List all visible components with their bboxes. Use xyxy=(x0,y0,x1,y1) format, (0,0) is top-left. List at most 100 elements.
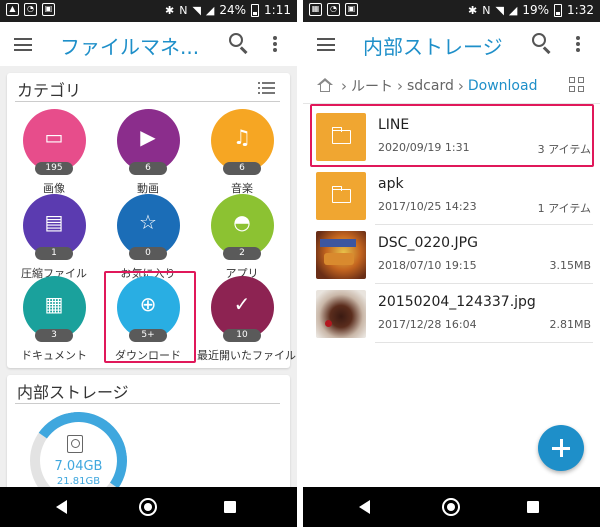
wifi-icon: ◥ xyxy=(192,3,201,17)
category-archives-circle: ▤ 1 xyxy=(22,194,86,260)
category-recent-label: 最近開いたファイル xyxy=(197,349,296,362)
file-date: 2017/10/25 14:23 xyxy=(378,200,477,213)
grid-view-icon[interactable] xyxy=(569,77,585,93)
category-music-circle: ♫ 6 xyxy=(210,109,274,175)
add-button[interactable] xyxy=(538,425,584,471)
app-bar: ファイルマネ... xyxy=(0,22,297,66)
notification-icon: ▲ xyxy=(6,3,19,16)
file-row[interactable]: apk 2017/10/25 14:23 1 アイテム xyxy=(313,166,593,225)
recent-apps-icon[interactable] xyxy=(224,501,236,513)
back-icon[interactable] xyxy=(56,500,67,514)
category-images-circle: ▭ 195 xyxy=(22,109,86,175)
bluetooth-icon: ✱ xyxy=(164,3,175,17)
video-icon: ▶ xyxy=(140,125,156,149)
home-icon[interactable] xyxy=(139,498,157,516)
screenshot-icon: ▣ xyxy=(42,3,55,16)
file-meta: 1 アイテム xyxy=(537,202,591,215)
left-phone-screen: ▲ ◔ ▣ ✱ N ◥ ◢ 24% 1:11 ファイルマネ... カテゴリ ▭ … xyxy=(0,0,297,527)
screenshot-root: ▲ ◔ ▣ ✱ N ◥ ◢ 24% 1:11 ファイルマネ... カテゴリ ▭ … xyxy=(0,0,600,527)
back-icon[interactable] xyxy=(359,500,370,514)
category-images-count: 195 xyxy=(35,162,73,175)
category-documents[interactable]: ▦ 3 ドキュメント xyxy=(9,276,99,363)
file-date: 2017/12/28 16:04 xyxy=(378,318,477,331)
menu-icon[interactable] xyxy=(14,38,32,51)
category-recent-count: 10 xyxy=(223,329,261,342)
breadcrumb: › ルート › sdcard › Download xyxy=(303,66,600,104)
divider xyxy=(15,101,280,102)
nfc-icon: N xyxy=(179,3,188,17)
signal-icon: ◢ xyxy=(508,3,518,17)
category-documents-count: 3 xyxy=(35,329,73,342)
category-card: カテゴリ ▭ 195 画像 ▶ 6 動画 ♫ 6 音楽 ▤ 1 圧縮ファイル ☆… xyxy=(7,73,296,368)
category-apps-circle: ◓ 2 xyxy=(210,194,274,260)
storage-disk-icon xyxy=(67,435,83,453)
status-bar: ▦ ◔ ▣ ✱ N ◥ ◢ 19% 1:32 xyxy=(303,0,600,22)
music-icon: ♫ xyxy=(233,125,251,149)
more-options-icon[interactable] xyxy=(273,36,277,52)
category-videos-circle: ▶ 6 xyxy=(116,109,180,175)
divider xyxy=(375,342,593,343)
category-recent-circle: ✓ 10 xyxy=(210,276,274,342)
breadcrumb-root[interactable]: ルート xyxy=(351,76,393,96)
calendar-icon: ▦ xyxy=(309,3,322,16)
downloads-highlight-box xyxy=(104,271,196,363)
folder-icon xyxy=(331,186,351,203)
file-date: 2018/07/10 19:15 xyxy=(378,259,477,272)
category-title: カテゴリ xyxy=(17,81,82,100)
menu-icon[interactable] xyxy=(317,38,335,51)
status-bar: ▲ ◔ ▣ ✱ N ◥ ◢ 24% 1:11 xyxy=(0,0,297,22)
signal-icon: ◢ xyxy=(205,3,215,17)
category-images[interactable]: ▭ 195 画像 xyxy=(9,109,99,196)
search-icon[interactable] xyxy=(229,33,249,54)
nfc-icon: N xyxy=(482,3,491,17)
recent-apps-icon[interactable] xyxy=(527,501,539,513)
breadcrumb-current[interactable]: Download xyxy=(468,78,538,94)
screenshot-icon: ▣ xyxy=(345,3,358,16)
battery-percent: 24% xyxy=(219,3,247,17)
breadcrumb-sdcard[interactable]: sdcard xyxy=(407,78,454,94)
folder-thumbnail xyxy=(316,172,366,220)
chevron-right-icon: › xyxy=(397,77,403,95)
home-icon[interactable] xyxy=(442,498,460,516)
file-name: apk xyxy=(378,176,404,192)
file-row[interactable]: 20150204_124337.jpg 2017/12/28 16:04 2.8… xyxy=(313,284,593,343)
category-music[interactable]: ♫ 6 音楽 xyxy=(197,109,287,196)
image-thumbnail xyxy=(316,290,366,338)
right-phone-screen: ▦ ◔ ▣ ✱ N ◥ ◢ 19% 1:32 内部ストレージ › ルート › s… xyxy=(303,0,600,527)
image-icon: ▭ xyxy=(44,125,64,149)
app-title: ファイルマネ... xyxy=(60,35,200,59)
file-name: DSC_0220.JPG xyxy=(378,235,478,251)
sync-icon: ◔ xyxy=(327,3,340,16)
category-favorites-circle: ☆ 0 xyxy=(116,194,180,260)
app-bar: 内部ストレージ xyxy=(303,22,600,66)
storage-used: 7.04GB xyxy=(54,459,103,474)
file-row[interactable]: DSC_0220.JPG 2018/07/10 19:15 3.15MB xyxy=(313,225,593,284)
category-recent[interactable]: ✓ 10 最近開いたファイル xyxy=(197,276,296,363)
chevron-right-icon: › xyxy=(341,77,347,95)
category-videos-count: 6 xyxy=(129,162,167,175)
category-documents-label: ドキュメント xyxy=(21,349,87,362)
divider xyxy=(15,403,280,404)
category-favorites-count: 0 xyxy=(129,247,167,260)
category-documents-circle: ▦ 3 xyxy=(22,276,86,342)
category-favorites[interactable]: ☆ 0 お気に入り xyxy=(103,194,193,281)
image-thumbnail xyxy=(316,231,366,279)
clock: 1:11 xyxy=(264,3,291,17)
search-icon[interactable] xyxy=(532,33,552,54)
storage-card: 内部ストレージ 7.04GB 21.81GB xyxy=(7,375,290,517)
clock: 1:32 xyxy=(567,3,594,17)
battery-icon xyxy=(554,3,563,17)
archive-icon: ▤ xyxy=(44,210,64,234)
list-view-icon[interactable] xyxy=(258,82,275,95)
more-options-icon[interactable] xyxy=(576,36,580,52)
category-videos[interactable]: ▶ 6 動画 xyxy=(103,109,193,196)
battery-percent: 19% xyxy=(522,3,550,17)
home-path-icon[interactable] xyxy=(317,78,333,92)
file-meta: 2.81MB xyxy=(549,318,591,331)
document-icon: ▦ xyxy=(44,292,64,316)
category-archives-count: 1 xyxy=(35,247,73,260)
storage-total: 21.81GB xyxy=(56,476,101,487)
sync-icon: ◔ xyxy=(24,3,37,16)
category-archives[interactable]: ▤ 1 圧縮ファイル xyxy=(9,194,99,281)
category-apps[interactable]: ◓ 2 アプリ xyxy=(197,194,287,281)
